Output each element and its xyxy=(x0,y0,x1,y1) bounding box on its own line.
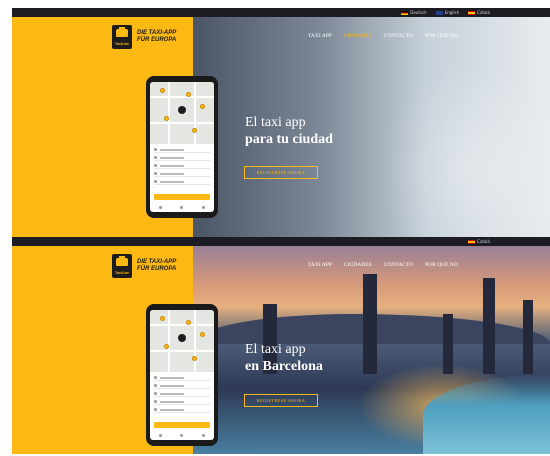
location-pin-icon xyxy=(178,106,186,114)
main-nav: TAXI APP CIUDADES CONTACTO POR QUE NO xyxy=(308,262,458,268)
app-screen xyxy=(150,82,214,212)
catalan-flag-icon xyxy=(468,239,476,244)
screenshot-homepage: Deutsch English Català TaxiLine DIE TAXI… xyxy=(12,8,550,237)
register-now-button[interactable]: REGISTRESE AHORA xyxy=(244,166,318,179)
logo-tagline: DIE TAXI-APP FÜR EUROPA xyxy=(137,30,177,43)
logo-tagline: DIE TAXI-APP FÜR EUROPA xyxy=(137,259,177,272)
english-flag-icon xyxy=(435,10,443,15)
nav-ciudades[interactable]: CIUDADES xyxy=(344,33,372,39)
site-logo[interactable]: TaxiLine DIE TAXI-APP FÜR EUROPA xyxy=(112,254,185,278)
nav-por-que-no[interactable]: POR QUE NO xyxy=(425,262,458,268)
top-bar: Català xyxy=(12,237,550,246)
lang-german[interactable]: Deutsch xyxy=(401,10,427,15)
language-switcher[interactable]: Català xyxy=(468,238,490,245)
top-bar: Deutsch English Català xyxy=(12,8,550,17)
location-pin-icon xyxy=(178,334,186,342)
order-taxi-button xyxy=(154,422,210,428)
hero-headline: El taxi app para tu ciudad xyxy=(245,115,333,147)
app-screen xyxy=(150,310,214,440)
phone-mockup xyxy=(146,76,218,218)
hero-headline: El taxi app en Barcelona xyxy=(245,342,323,374)
lang-catalan[interactable]: Català xyxy=(468,10,490,15)
taxi-logo-icon: TaxiLine xyxy=(112,25,132,49)
map-view xyxy=(150,310,214,372)
language-switcher[interactable]: Deutsch English Català xyxy=(401,9,490,16)
screenshot-barcelona: Català TaxiLine DIE TAXI-APP FÜR EUROPA … xyxy=(12,237,550,454)
site-logo[interactable]: TaxiLine DIE TAXI-APP FÜR EUROPA xyxy=(112,25,185,49)
nav-taxi-app[interactable]: TAXI APP xyxy=(308,262,332,268)
map-view xyxy=(150,82,214,144)
phone-mockup xyxy=(146,304,218,446)
order-taxi-button xyxy=(154,194,210,200)
nav-contacto[interactable]: CONTACTO xyxy=(384,262,413,268)
nav-ciudades[interactable]: CIUDADES xyxy=(344,262,372,268)
german-flag-icon xyxy=(401,10,409,15)
nav-contacto[interactable]: CONTACTO xyxy=(384,33,413,39)
taxi-logo-icon: TaxiLine xyxy=(112,254,132,278)
nav-taxi-app[interactable]: TAXI APP xyxy=(308,33,332,39)
register-now-button[interactable]: REGISTRESE AHORA xyxy=(244,394,318,407)
catalan-flag-icon xyxy=(468,10,476,15)
lang-english[interactable]: English xyxy=(435,10,459,15)
lang-catalan[interactable]: Català xyxy=(468,239,490,244)
sea-coastline xyxy=(423,374,550,454)
nav-por-que-no[interactable]: POR QUE NO xyxy=(425,33,458,39)
main-nav: TAXI APP CIUDADES CONTACTO POR QUE NO xyxy=(308,33,458,39)
